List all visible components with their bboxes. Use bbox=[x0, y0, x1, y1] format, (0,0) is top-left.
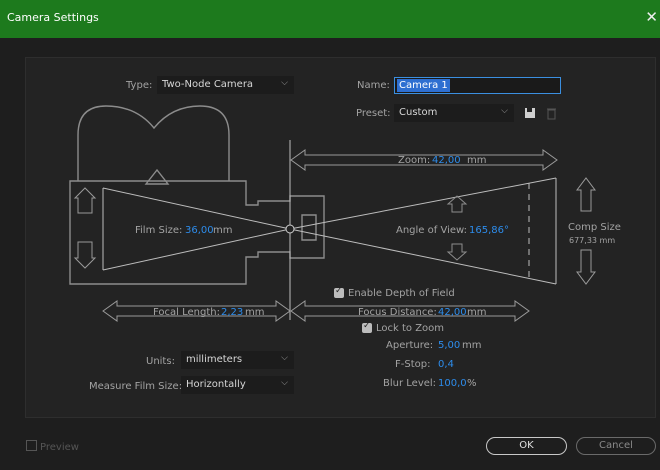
projection-line-top-right bbox=[289, 177, 557, 230]
film-up-arrow bbox=[73, 187, 97, 214]
type-label: Type: bbox=[126, 80, 153, 91]
camera-reels-shape bbox=[77, 105, 230, 181]
focus-distance-label: Focus Distance: bbox=[358, 307, 437, 318]
aperture-unit: mm bbox=[462, 340, 482, 351]
preview-checkbox-box bbox=[26, 440, 37, 451]
zoom-label: Zoom: bbox=[398, 155, 431, 166]
film-size-value[interactable]: 36,00 bbox=[185, 225, 214, 236]
focal-length-label: Focal Length: bbox=[153, 307, 220, 318]
measure-film-size-value: Horizontally bbox=[186, 379, 246, 390]
chevron-down-icon: ⌵ bbox=[281, 353, 288, 363]
nodal-point-icon bbox=[285, 224, 295, 234]
preset-value: Custom bbox=[399, 107, 438, 118]
measure-film-size-label: Measure Film Size: bbox=[89, 381, 183, 392]
preset-label: Preset: bbox=[356, 108, 391, 119]
blur-level-label: Blur Level: bbox=[383, 378, 437, 389]
camera-triangle-shape bbox=[144, 168, 170, 185]
enable-dof-checkbox[interactable]: ✓ bbox=[334, 286, 344, 298]
blur-level-unit: % bbox=[467, 378, 477, 389]
name-value: Camera 1 bbox=[397, 79, 450, 92]
aperture-label: Aperture: bbox=[386, 340, 434, 351]
chevron-down-icon: ⌵ bbox=[281, 78, 288, 88]
units-value: millimeters bbox=[186, 354, 243, 365]
comp-down-arrow bbox=[576, 249, 596, 285]
angle-of-view-value[interactable]: 165,86 bbox=[469, 225, 504, 236]
chevron-down-icon: ⌵ bbox=[281, 378, 288, 388]
focus-distance-unit: mm bbox=[467, 307, 487, 318]
focal-length-unit: mm bbox=[245, 307, 265, 318]
angle-down-arrow bbox=[446, 243, 468, 261]
preset-dropdown[interactable]: Custom ⌵ bbox=[394, 104, 514, 122]
blur-level-value[interactable]: 100,0 bbox=[438, 378, 467, 389]
aperture-value[interactable]: 5,00 bbox=[438, 340, 460, 351]
camera-diagram bbox=[69, 105, 596, 322]
save-preset-icon[interactable] bbox=[522, 105, 538, 121]
comp-up-arrow bbox=[576, 177, 596, 212]
film-down-arrow bbox=[73, 241, 97, 269]
preview-label: Preview bbox=[40, 442, 79, 453]
lock-to-zoom-checkbox[interactable]: ✓ bbox=[362, 321, 372, 333]
projection-line-bottom-right bbox=[289, 228, 557, 285]
type-dropdown[interactable]: Two-Node Camera ⌵ bbox=[157, 76, 294, 94]
cancel-button[interactable]: Cancel bbox=[576, 437, 656, 455]
comp-size-label: Comp Size bbox=[568, 222, 621, 233]
zoom-value[interactable]: 42,00 bbox=[432, 155, 461, 166]
chevron-down-icon: ⌵ bbox=[501, 106, 508, 116]
measure-film-size-dropdown[interactable]: Horizontally ⌵ bbox=[181, 376, 294, 394]
ok-button[interactable]: OK bbox=[486, 437, 567, 455]
name-label: Name: bbox=[357, 80, 390, 91]
film-size-unit: mm bbox=[213, 225, 233, 236]
fstop-label: F-Stop: bbox=[395, 359, 431, 370]
trash-icon[interactable] bbox=[543, 105, 559, 121]
film-size-label: Film Size: bbox=[135, 225, 183, 236]
focal-length-value[interactable]: 2,23 bbox=[221, 307, 243, 318]
lock-to-zoom-label: Lock to Zoom bbox=[376, 323, 445, 334]
name-input[interactable]: Camera 1 bbox=[394, 77, 561, 94]
units-label: Units: bbox=[146, 356, 175, 367]
camera-lens-shape bbox=[301, 214, 317, 241]
fstop-value[interactable]: 0,4 bbox=[438, 359, 454, 370]
enable-dof-label: Enable Depth of Field bbox=[348, 288, 455, 299]
projection-line-top-left bbox=[102, 187, 291, 230]
angle-of-view-label: Angle of View: bbox=[396, 225, 468, 236]
angle-of-view-unit: ° bbox=[504, 225, 509, 236]
units-dropdown[interactable]: millimeters ⌵ bbox=[181, 351, 294, 369]
focus-distance-value[interactable]: 42,00 bbox=[438, 307, 467, 318]
comp-size-value: 677,33 mm bbox=[569, 236, 616, 245]
zoom-unit: mm bbox=[467, 155, 487, 166]
type-value: Two-Node Camera bbox=[162, 79, 254, 90]
preview-checkbox[interactable]: Preview bbox=[26, 440, 79, 453]
